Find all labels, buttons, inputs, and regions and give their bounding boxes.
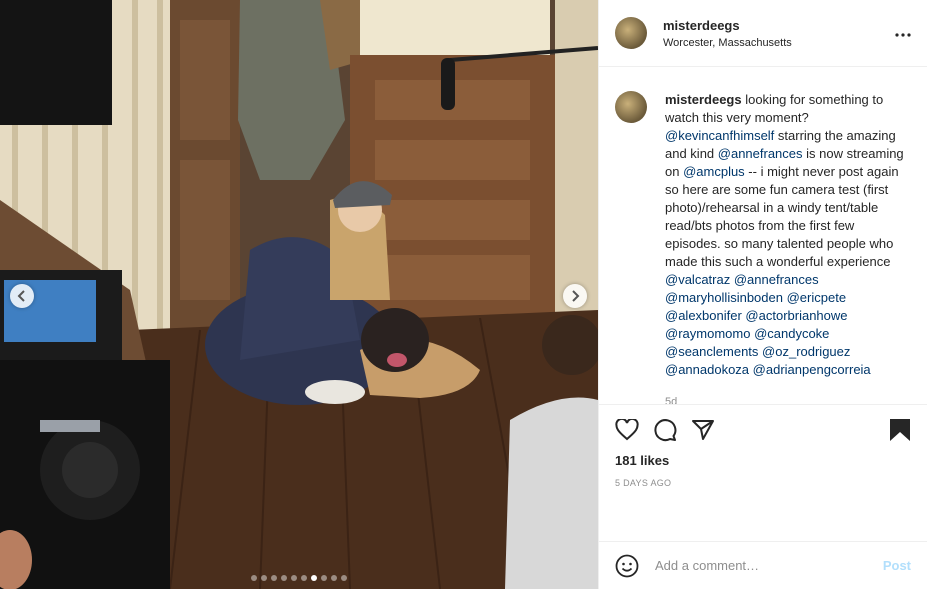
- smiley-icon: [615, 554, 639, 577]
- carousel-dot: [291, 575, 297, 581]
- carousel-dot: [271, 575, 277, 581]
- post-photo[interactable]: [0, 0, 598, 589]
- carousel-dot: [301, 575, 307, 581]
- caption-username[interactable]: misterdeegs: [665, 92, 742, 107]
- comment-button[interactable]: [653, 418, 677, 442]
- carousel-dot: [281, 575, 287, 581]
- more-horizontal-icon: [895, 33, 911, 37]
- mention-link[interactable]: @adrianpengcorreia: [753, 362, 871, 377]
- comments-section: misterdeegs looking for something to wat…: [599, 67, 927, 404]
- location-link[interactable]: Worcester, Massachusetts: [663, 37, 895, 49]
- mention-link[interactable]: @maryhollisinboden: [665, 290, 783, 305]
- mention-link[interactable]: @alexbonifer: [665, 308, 742, 323]
- carousel-dot: [331, 575, 337, 581]
- next-photo-button[interactable]: [563, 284, 587, 308]
- post-timestamp[interactable]: 5 DAYS AGO: [615, 478, 911, 488]
- action-icons: [615, 415, 911, 445]
- username-link[interactable]: misterdeegs: [663, 18, 895, 33]
- mention-link[interactable]: @candycoke: [754, 326, 829, 341]
- add-comment-bar: Post: [599, 541, 927, 589]
- bookmark-filled-icon: [890, 419, 910, 441]
- caption-age[interactable]: 5d: [665, 393, 911, 404]
- mention-link[interactable]: @amcplus: [683, 164, 745, 179]
- post-comment-button[interactable]: Post: [883, 558, 911, 573]
- comment-input[interactable]: [653, 557, 883, 574]
- more-options-button[interactable]: [895, 24, 911, 42]
- mention-link[interactable]: @ericpete: [787, 290, 846, 305]
- chevron-right-icon: [572, 290, 580, 302]
- carousel-indicator: [0, 575, 598, 581]
- mention-link[interactable]: @annadokoza: [665, 362, 749, 377]
- mention-link[interactable]: @annefrances: [718, 146, 803, 161]
- caption-avatar[interactable]: [615, 91, 647, 123]
- mention-link[interactable]: @kevincanfhimself: [665, 128, 774, 143]
- mention-link[interactable]: @raymomomo: [665, 326, 750, 341]
- caption-text-segment: -- i might never post again so here are …: [665, 164, 899, 269]
- chevron-left-icon: [17, 290, 25, 302]
- post-header-meta: misterdeegs Worcester, Massachusetts: [663, 18, 895, 49]
- carousel-dot: [261, 575, 267, 581]
- carousel-dot: [311, 575, 317, 581]
- carousel-dot: [341, 575, 347, 581]
- heart-icon: [615, 419, 639, 441]
- comment-icon: [654, 419, 677, 442]
- caption: misterdeegs looking for something to wat…: [615, 91, 911, 404]
- photo-scene: [0, 0, 598, 589]
- post-actions: 181 likes 5 DAYS AGO: [599, 404, 927, 541]
- emoji-button[interactable]: [615, 554, 639, 578]
- save-button[interactable]: [889, 418, 911, 442]
- like-button[interactable]: [615, 419, 639, 441]
- mention-link[interactable]: @oz_rodriguez: [762, 344, 850, 359]
- mention-link[interactable]: @seanclements: [665, 344, 758, 359]
- instagram-post: misterdeegs Worcester, Massachusetts mis…: [0, 0, 927, 589]
- likes-count[interactable]: 181 likes: [615, 453, 911, 468]
- previous-photo-button[interactable]: [10, 284, 34, 308]
- share-button[interactable]: [691, 419, 715, 441]
- mention-link[interactable]: @annefrances: [734, 272, 819, 287]
- post-header: misterdeegs Worcester, Massachusetts: [599, 0, 927, 67]
- carousel-dot: [321, 575, 327, 581]
- mention-link[interactable]: @valcatraz: [665, 272, 730, 287]
- mention-link[interactable]: @actorbrianhowe: [745, 308, 847, 323]
- carousel-dot: [251, 575, 257, 581]
- caption-body: misterdeegs looking for something to wat…: [665, 91, 911, 404]
- post-sidebar: misterdeegs Worcester, Massachusetts mis…: [598, 0, 927, 589]
- caption-text: looking for something to watch this very…: [665, 92, 904, 377]
- paper-plane-icon: [692, 420, 714, 440]
- avatar[interactable]: [615, 17, 647, 49]
